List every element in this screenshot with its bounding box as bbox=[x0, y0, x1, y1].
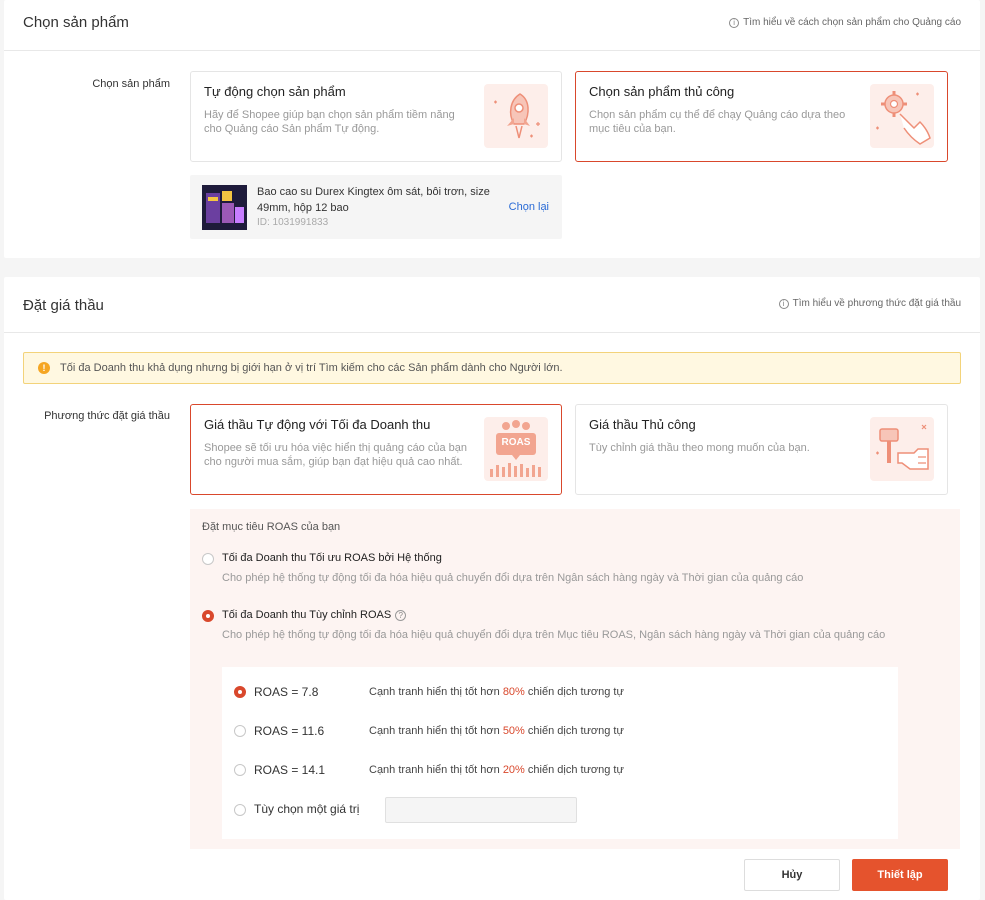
custom-roas-mode-desc: Cho phép hệ thống tự động tối đa hóa hiệ… bbox=[222, 629, 886, 641]
roas-desc-suffix: chiến dịch tương tự bbox=[524, 764, 624, 776]
system-roas-mode-title: Tối đa Doanh thu Tối ưu ROAS bởi Hệ thốn… bbox=[222, 552, 442, 564]
roas-option-radio-2[interactable] bbox=[234, 725, 246, 737]
auto-select-product-option[interactable]: Tự động chọn sản phẩm Hãy để Shopee giúp… bbox=[190, 71, 562, 162]
manual-bid-title: Giá thầu Thủ công bbox=[589, 417, 696, 432]
gavel-icon bbox=[870, 417, 934, 481]
custom-roas-mode-title: Tối đa Doanh thu Tùy chỉnh ROAS ? bbox=[222, 609, 407, 621]
product-section-title: Chọn sản phẩm bbox=[23, 14, 129, 31]
roas-pct: 80% bbox=[502, 686, 525, 698]
reselect-product-link[interactable]: Chọn lại bbox=[509, 201, 549, 213]
bid-section-title: Đặt giá thầu bbox=[23, 297, 104, 314]
bid-help-link[interactable]: i Tìm hiểu về phương thức đặt giá thầu bbox=[778, 298, 961, 309]
roas-icon: ROAS bbox=[484, 417, 548, 481]
warning-icon: ! bbox=[38, 362, 50, 374]
auto-bid-title: Giá thầu Tự động với Tối đa Doanh thu bbox=[204, 417, 431, 432]
auto-bid-max-revenue-option[interactable]: Giá thầu Tự động với Tối đa Doanh thu Sh… bbox=[190, 404, 562, 495]
custom-roas-mode-label: Tối đa Doanh thu Tùy chỉnh ROAS bbox=[222, 609, 392, 621]
cancel-button[interactable]: Hủy bbox=[744, 859, 840, 891]
info-icon: i bbox=[778, 298, 789, 309]
bidding-card: Đặt giá thầu i Tìm hiểu về phương thức đ… bbox=[4, 277, 980, 900]
custom-value-label[interactable]: Tùy chọn một giá trị bbox=[254, 802, 359, 816]
system-roas-mode-label: Tối đa Doanh thu Tối ưu ROAS bởi Hệ thốn… bbox=[222, 552, 442, 564]
roas-option-desc-3: Cạnh tranh hiển thị tốt hơn 20% chiến dị… bbox=[369, 764, 624, 776]
auto-select-desc: Hãy để Shopee giúp bạn chọn sản phẩm tiề… bbox=[204, 109, 455, 135]
system-roas-radio[interactable] bbox=[202, 553, 214, 565]
product-selection-card: Chọn sản phẩm i Tìm hiểu về cách chọn sả… bbox=[4, 0, 980, 258]
roas-icon-text: ROAS bbox=[501, 437, 531, 448]
roas-desc-suffix: chiến dịch tương tự bbox=[524, 686, 624, 698]
product-card-header: Chọn sản phẩm i Tìm hiểu về cách chọn sả… bbox=[4, 0, 980, 51]
help-question-icon[interactable]: ? bbox=[395, 609, 407, 621]
product-help-link-text[interactable]: Tìm hiểu về cách chọn sản phẩm cho Quảng… bbox=[743, 17, 961, 28]
product-thumbnail bbox=[202, 185, 247, 230]
roas-option-radio-1[interactable] bbox=[234, 686, 246, 698]
warning-text: Tối đa Doanh thu khả dụng nhưng bị giới … bbox=[60, 362, 563, 374]
roas-desc-prefix: Cạnh tranh hiển thị tốt hơn bbox=[369, 725, 503, 737]
manual-select-product-option[interactable]: Chọn sản phẩm thủ công Chọn sản phẩm cụ … bbox=[575, 71, 948, 162]
roas-option-desc-2: Cạnh tranh hiển thị tốt hơn 50% chiến dị… bbox=[369, 725, 624, 737]
product-help-link[interactable]: i Tìm hiểu về cách chọn sản phẩm cho Quả… bbox=[729, 17, 961, 28]
roas-option-desc-1: Cạnh tranh hiển thị tốt hơn 80% chiến dị… bbox=[369, 686, 624, 698]
roas-desc-prefix: Cạnh tranh hiển thị tốt hơn bbox=[369, 686, 503, 698]
system-roas-mode-desc: Cho phép hệ thống tự động tối đa hóa hiệ… bbox=[222, 572, 804, 584]
warning-banner: ! Tối đa Doanh thu khả dụng nhưng bị giớ… bbox=[23, 352, 961, 384]
manual-select-desc: Chọn sản phẩm cụ thể để chạy Quảng cáo d… bbox=[589, 109, 846, 135]
manual-bid-option[interactable]: Giá thầu Thủ công Tùy chỉnh giá thầu the… bbox=[575, 404, 948, 495]
roas-desc-prefix: Cạnh tranh hiển thị tốt hơn bbox=[369, 764, 503, 776]
roas-pct: 20% bbox=[502, 764, 525, 776]
product-row-label: Chọn sản phẩm bbox=[92, 78, 170, 90]
info-icon: i bbox=[729, 17, 740, 28]
roas-heading: Đặt mục tiêu ROAS của bạn bbox=[202, 521, 341, 533]
roas-desc-suffix: chiến dịch tương tự bbox=[524, 725, 624, 737]
auto-select-title: Tự động chọn sản phẩm bbox=[204, 84, 346, 99]
bid-card-header: Đặt giá thầu i Tìm hiểu về phương thức đ… bbox=[4, 277, 980, 333]
product-name: Bao cao su Durex Kingtex ôm sát, bôi trơ… bbox=[257, 186, 490, 214]
manual-bid-desc: Tùy chỉnh giá thầu theo mong muốn của bạ… bbox=[589, 442, 810, 454]
manual-select-title: Chọn sản phẩm thủ công bbox=[589, 84, 735, 99]
custom-value-radio[interactable] bbox=[234, 804, 246, 816]
roas-option-label-1[interactable]: ROAS = 7.8 bbox=[254, 685, 318, 699]
bid-row-label: Phương thức đặt giá thầu bbox=[44, 410, 170, 422]
roas-option-radio-3[interactable] bbox=[234, 764, 246, 776]
rocket-icon bbox=[484, 84, 548, 148]
roas-option-label-2[interactable]: ROAS = 11.6 bbox=[254, 724, 324, 738]
custom-roas-input[interactable] bbox=[385, 797, 577, 823]
auto-bid-desc: Shopee sẽ tối ưu hóa việc hiển thị quảng… bbox=[204, 442, 468, 468]
setup-button[interactable]: Thiết lập bbox=[852, 859, 948, 891]
custom-roas-radio[interactable] bbox=[202, 610, 214, 622]
selected-product-box: Bao cao su Durex Kingtex ôm sát, bôi trơ… bbox=[190, 175, 562, 239]
gear-hand-icon bbox=[870, 84, 934, 148]
roas-option-label-3[interactable]: ROAS = 14.1 bbox=[254, 763, 325, 777]
product-id: ID: 1031991833 bbox=[257, 217, 329, 228]
bid-help-link-text[interactable]: Tìm hiểu về phương thức đặt giá thầu bbox=[793, 298, 961, 309]
roas-pct: 50% bbox=[502, 725, 525, 737]
roas-target-panel: Đặt mục tiêu ROAS của bạn Tối đa Doanh t… bbox=[190, 509, 960, 849]
roas-options-box: ROAS = 7.8 Cạnh tranh hiển thị tốt hơn 8… bbox=[222, 667, 898, 839]
